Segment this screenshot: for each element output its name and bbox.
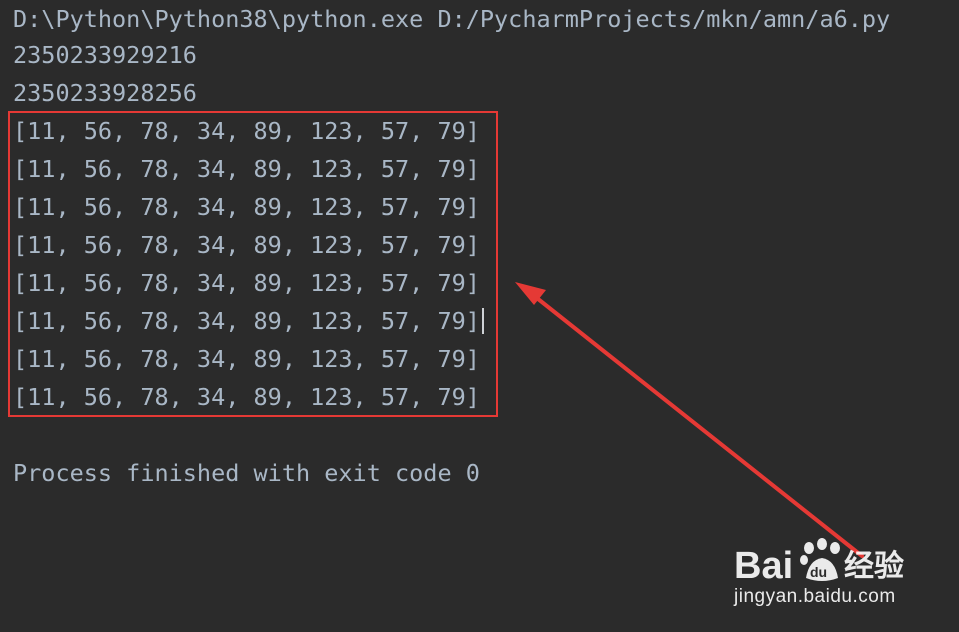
svg-text:经验: 经验 <box>844 549 904 584</box>
svg-text:du: du <box>810 564 827 580</box>
baidu-jingyan-watermark: Bai du 经验 jingyan.baidu.com <box>734 530 944 620</box>
arrow-shaft <box>526 289 864 558</box>
arrow-head <box>515 282 546 305</box>
baidu-logo-icon: Bai du 经验 <box>734 538 904 587</box>
svg-text:Bai: Bai <box>734 545 793 587</box>
watermark-url: jingyan.baidu.com <box>734 586 896 607</box>
command-line: D:\Python\Python38\python.exe D:/Pycharm… <box>13 5 891 33</box>
highlight-box <box>8 111 498 417</box>
run-console[interactable]: D:\Python\Python38\python.exe D:/Pycharm… <box>0 0 959 632</box>
output-id-line: 2350233928256 <box>13 79 197 107</box>
output-id-line: 2350233929216 <box>13 41 197 69</box>
exit-message: Process finished with exit code 0 <box>13 459 480 487</box>
